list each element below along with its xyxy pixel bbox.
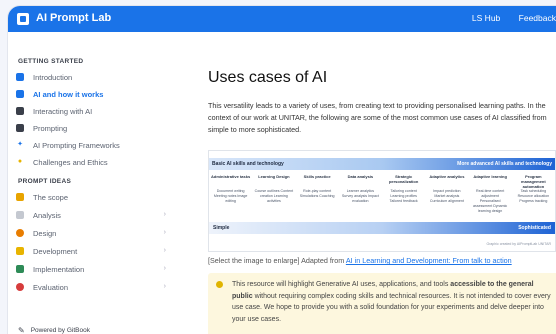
figure-cell: Role-play content Simulations Coaching bbox=[299, 189, 335, 198]
callout-part1: This resource will highlight Generative … bbox=[232, 281, 451, 288]
info-callout: This resource will highlight Generative … bbox=[208, 273, 556, 334]
callout-text: This resource will highlight Generative … bbox=[232, 279, 552, 325]
sidebar-item-label: Development bbox=[33, 246, 78, 256]
advanced-skills-label: More advanced AI skills and technology bbox=[457, 161, 552, 167]
sidebar-item-design[interactable]: Design › bbox=[16, 226, 176, 240]
caption-prefix: [Select the image to enlarge] Adapted fr… bbox=[208, 256, 346, 265]
robot-icon bbox=[16, 90, 24, 98]
info-icon bbox=[216, 281, 223, 288]
play-icon bbox=[16, 73, 24, 81]
figure-credit: Graphic created by AIPromptLab UNITAR bbox=[486, 242, 551, 246]
palette-icon bbox=[16, 229, 24, 237]
sidebar-item-introduction[interactable]: Introduction bbox=[16, 70, 176, 84]
caption-source-link[interactable]: AI in Learning and Development: From tal… bbox=[346, 256, 512, 265]
target-icon bbox=[16, 283, 24, 291]
footer-label: Powered by GitBook bbox=[30, 327, 90, 334]
app-frame: AI Prompt Lab LS Hub Feedback GETTING ST… bbox=[8, 6, 556, 334]
sidebar: GETTING STARTED Introduction AI and how … bbox=[8, 32, 178, 334]
figure-header: Strategic personalization bbox=[388, 174, 419, 184]
skills-gradient-bar: Basic AI skills and technology More adva… bbox=[209, 158, 555, 170]
figure-cell: Tailoring content Learning profiles Tail… bbox=[389, 189, 418, 203]
ai-use-cases-figure[interactable]: Basic AI skills and technology More adva… bbox=[208, 150, 556, 252]
basic-skills-label: Basic AI skills and technology bbox=[212, 161, 284, 167]
sidebar-section-prompt-ideas: PROMPT IDEAS bbox=[18, 178, 72, 185]
sidebar-item-evaluation[interactable]: Evaluation › bbox=[16, 280, 176, 294]
sidebar-item-development[interactable]: Development › bbox=[16, 244, 176, 258]
top-bar: AI Prompt Lab LS Hub Feedback bbox=[8, 6, 556, 32]
figure-header: Administrative tasks bbox=[211, 174, 251, 179]
sidebar-item-label: Evaluation bbox=[33, 282, 69, 292]
figure-header: Data analysis bbox=[347, 174, 374, 179]
sidebar-item-label: Implementation bbox=[33, 264, 85, 274]
gitbook-icon: ✎ bbox=[18, 326, 25, 334]
brand-title[interactable]: AI Prompt Lab bbox=[36, 12, 111, 24]
chevron-right-icon[interactable]: › bbox=[164, 247, 166, 254]
page-title: Uses cases of AI bbox=[208, 69, 328, 86]
sophisticated-label: Sophisticated bbox=[518, 225, 551, 231]
sidebar-item-label: Prompting bbox=[33, 123, 68, 133]
sidebar-item-label: AI Prompting Frameworks bbox=[33, 140, 120, 150]
sidebar-item-ai-how-it-works[interactable]: AI and how it works bbox=[16, 87, 176, 101]
sidebar-item-scope[interactable]: The scope bbox=[16, 190, 176, 204]
figure-cell: Impact prediction Market analysis Curric… bbox=[429, 189, 464, 203]
sidebar-item-label: Interacting with AI bbox=[33, 106, 93, 116]
person-icon bbox=[16, 247, 24, 255]
puzzle-icon bbox=[16, 265, 24, 273]
figure-header: Adaptive learning bbox=[473, 174, 507, 179]
chevron-right-icon[interactable]: › bbox=[164, 283, 166, 290]
sidebar-item-prompting[interactable]: Prompting bbox=[16, 121, 176, 135]
sidebar-item-label: AI and how it works bbox=[33, 89, 104, 99]
figure-cell: Real-time content adjustment Personalise… bbox=[473, 189, 508, 213]
bulb-icon: ● bbox=[17, 158, 23, 165]
sidebar-item-interacting[interactable]: Interacting with AI bbox=[16, 104, 176, 118]
sidebar-section-getting-started: GETTING STARTED bbox=[18, 58, 84, 65]
nav-ls-hub[interactable]: LS Hub bbox=[472, 13, 500, 23]
gitbook-footer[interactable]: ✎ Powered by GitBook bbox=[18, 326, 90, 334]
intro-paragraph: This versatility leads to a variety of u… bbox=[208, 101, 547, 134]
figure-header: Learning Design bbox=[258, 174, 290, 179]
chevron-right-icon[interactable]: › bbox=[164, 265, 166, 272]
sidebar-item-label: The scope bbox=[33, 192, 69, 202]
sidebar-item-label: Design bbox=[33, 228, 57, 238]
complexity-gradient-bar: Simple Sophisticated bbox=[209, 222, 555, 234]
chart-icon bbox=[16, 211, 24, 219]
simple-label: Simple bbox=[213, 225, 230, 231]
figure-cell: Course outlines Content creation Learnin… bbox=[254, 189, 294, 203]
nav-feedback[interactable]: Feedback bbox=[519, 13, 556, 23]
sidebar-item-label: Introduction bbox=[33, 72, 73, 82]
chevron-right-icon[interactable]: › bbox=[164, 229, 166, 236]
grid-icon bbox=[16, 193, 24, 201]
main-content: Uses cases of AI This versatility leads … bbox=[178, 32, 556, 334]
top-nav: LS Hub Feedback bbox=[456, 13, 556, 23]
sparkle-icon: ✦ bbox=[17, 141, 23, 148]
figure-cell: Document writing Meeting notes Image edi… bbox=[213, 189, 248, 203]
figure-cell: Task scheduling Resource allocation Prog… bbox=[517, 189, 550, 203]
figure-header: Adaptive analytics bbox=[429, 174, 465, 179]
figure-header: Skills practice bbox=[303, 174, 331, 179]
figure-header: Program management automation bbox=[521, 174, 546, 189]
figure-caption: [Select the image to enlarge] Adapted fr… bbox=[208, 256, 512, 265]
sidebar-item-label: Analysis bbox=[33, 210, 61, 220]
sidebar-item-analysis[interactable]: Analysis › bbox=[16, 208, 176, 222]
document-icon bbox=[16, 124, 24, 132]
chevron-right-icon[interactable]: › bbox=[164, 211, 166, 218]
callout-part2: without requiring complex coding skills … bbox=[232, 292, 551, 323]
sidebar-item-implementation[interactable]: Implementation › bbox=[16, 262, 176, 276]
sidebar-item-challenges[interactable]: ● Challenges and Ethics bbox=[16, 155, 176, 169]
figure-cell: Learner analytics Survey analysis Impact… bbox=[341, 189, 379, 203]
chat-icon bbox=[16, 107, 24, 115]
logo-icon bbox=[17, 13, 29, 25]
sidebar-item-label: Challenges and Ethics bbox=[33, 157, 108, 167]
sidebar-item-frameworks[interactable]: ✦ AI Prompting Frameworks bbox=[16, 138, 176, 152]
